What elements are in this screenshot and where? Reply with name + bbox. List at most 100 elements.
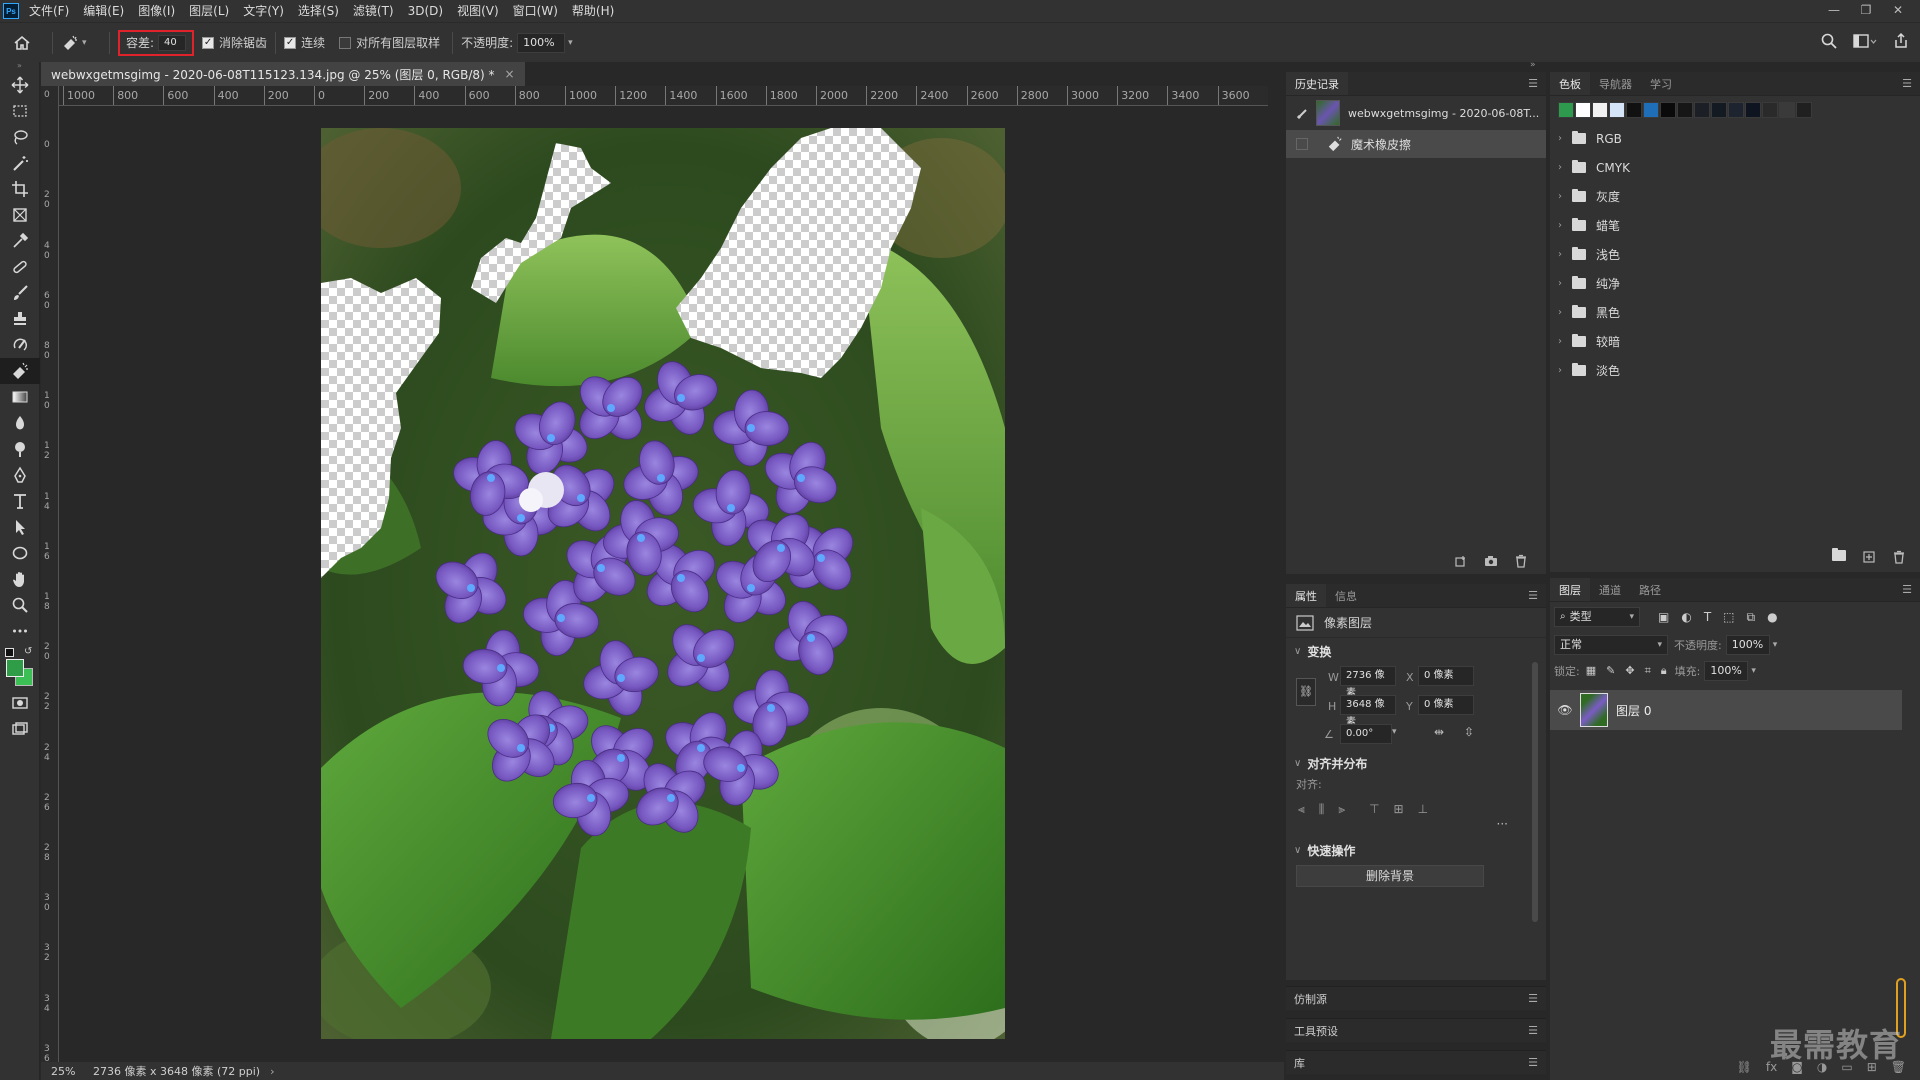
chevron-right-icon[interactable]: › [1558, 162, 1572, 173]
status-menu-arrow-icon[interactable]: › [270, 1065, 274, 1078]
swatch-group[interactable]: › CMYK [1550, 153, 1920, 182]
filter-toggle-icon[interactable]: ● [1767, 610, 1777, 625]
tab-channels[interactable]: 通道 [1590, 578, 1630, 601]
tool-preset-picker[interactable]: ▾ [61, 34, 101, 52]
y-input[interactable]: 0 像素 [1418, 695, 1474, 715]
photoshop-logo[interactable]: Ps [0, 0, 22, 22]
filter-pixel-icon[interactable]: ▣ [1658, 610, 1669, 625]
brush-tool[interactable] [0, 280, 40, 306]
eyedropper-tool[interactable] [0, 228, 40, 254]
panel-menu-icon[interactable]: ☰ [1528, 992, 1538, 1005]
toolbar-collapse-icon[interactable]: » [0, 62, 39, 72]
search-icon[interactable] [1820, 32, 1838, 50]
more-options-icon[interactable]: ··· [1286, 817, 1546, 831]
tab-properties[interactable]: 属性 [1286, 584, 1326, 607]
clone-source-panel[interactable]: 仿制源 ☰ [1286, 986, 1546, 1010]
chevron-right-icon[interactable]: › [1558, 191, 1572, 202]
tolerance-input[interactable]: 40 [158, 34, 187, 51]
chevron-right-icon[interactable]: › [1558, 220, 1572, 231]
history-brush-tool[interactable] [0, 332, 40, 358]
link-layers-icon[interactable]: ⛓ [1737, 1060, 1752, 1074]
lasso-tool[interactable] [0, 124, 40, 150]
lock-pixels-icon[interactable]: ✎ [1606, 664, 1615, 678]
opacity-dropdown-icon[interactable]: ▾ [568, 38, 573, 48]
menu-item[interactable]: 滤镜(T) [346, 0, 401, 22]
libraries-panel[interactable]: 库 ☰ [1286, 1050, 1546, 1074]
layer-name[interactable]: 图层 0 [1616, 702, 1651, 719]
tab-info[interactable]: 信息 [1326, 584, 1366, 607]
menu-item[interactable]: 窗口(W) [506, 0, 565, 22]
hand-tool[interactable] [0, 566, 40, 592]
antialias-checkbox[interactable] [202, 36, 215, 49]
menu-item[interactable]: 视图(V) [450, 0, 506, 22]
contiguous-option[interactable]: 连续 [284, 34, 325, 51]
tab-learn[interactable]: 学习 [1641, 72, 1681, 95]
color-swatch[interactable] [1575, 102, 1591, 118]
swap-colors-icon[interactable]: ↺ [24, 646, 32, 657]
swatch-group[interactable]: › 浅色 [1550, 240, 1920, 269]
panel-menu-icon[interactable]: ☰ [1528, 77, 1538, 90]
panel-menu-icon[interactable]: ☰ [1902, 583, 1912, 596]
color-swatch[interactable] [1796, 102, 1812, 118]
align-bottom-icon[interactable]: ⊥ [1418, 802, 1428, 817]
color-swatch[interactable] [1779, 102, 1795, 118]
screen-mode-button[interactable] [0, 716, 40, 742]
vertical-ruler[interactable]: 0 0 2 0 4 0 6 0 8 0 1 0 1 2 1 4 1 6 1 8 2 0 2 2 2 4 2 … [41, 86, 59, 1062]
document-image[interactable] [321, 128, 1005, 1039]
zoom-level[interactable]: 25% [41, 1065, 79, 1078]
workspace-icon[interactable] [1852, 32, 1878, 50]
sample-all-layers-option[interactable]: 对所有图层取样 [339, 34, 440, 51]
new-document-from-state-icon[interactable] [1454, 554, 1468, 568]
align-section-header[interactable]: ∨ 对齐并分布 [1286, 750, 1546, 776]
panel-menu-icon[interactable]: ☰ [1528, 1056, 1538, 1069]
filter-shape-icon[interactable]: ⬚ [1723, 610, 1734, 625]
color-swatch[interactable] [1643, 102, 1659, 118]
color-swatch[interactable] [1745, 102, 1761, 118]
color-swatch[interactable] [1660, 102, 1676, 118]
layer-filter-select[interactable]: ⌕ 类型 ▾ [1554, 607, 1640, 627]
lock-transparency-icon[interactable]: ▦ [1586, 664, 1596, 678]
eraser-tool[interactable] [0, 358, 40, 384]
home-button[interactable] [0, 34, 44, 52]
document-tab[interactable]: webwxgetmsgimg - 2020-06-08T115123.134.j… [41, 62, 525, 86]
menu-item[interactable]: 文件(F) [22, 0, 76, 22]
menu-item[interactable]: 帮助(H) [565, 0, 621, 22]
menu-item[interactable]: 文字(Y) [236, 0, 291, 22]
align-vcenter-icon[interactable]: ⊞ [1394, 802, 1404, 817]
lock-all-icon[interactable]: 🔒︎ [1661, 664, 1667, 678]
align-top-icon[interactable]: ⊤ [1369, 802, 1379, 817]
tab-navigator[interactable]: 导航器 [1590, 72, 1641, 95]
swatch-group[interactable]: › 较暗 [1550, 327, 1920, 356]
contiguous-checkbox[interactable] [284, 36, 297, 49]
swatch-group[interactable]: › 淡色 [1550, 356, 1920, 385]
pen-tool[interactable] [0, 462, 40, 488]
quick-mask-button[interactable] [0, 690, 40, 716]
filter-adjustment-icon[interactable]: ◐ [1681, 610, 1691, 625]
menu-item[interactable]: 编辑(E) [76, 0, 131, 22]
swatch-group[interactable]: › RGB [1550, 124, 1920, 153]
flip-horizontal-icon[interactable]: ⇹ [1434, 725, 1444, 739]
width-input[interactable]: 2736 像素 [1340, 666, 1396, 699]
angle-input[interactable]: 0.00° [1340, 724, 1392, 744]
color-swatch[interactable] [1694, 102, 1710, 118]
x-input[interactable]: 0 像素 [1418, 666, 1474, 686]
filter-type-icon[interactable]: T [1704, 610, 1711, 625]
menu-item[interactable]: 图层(L) [182, 0, 236, 22]
panel-menu-icon[interactable]: ☰ [1528, 589, 1538, 602]
clone-stamp-tool[interactable] [0, 306, 40, 332]
menu-item[interactable]: 选择(S) [291, 0, 346, 22]
lock-artboard-icon[interactable]: ⌗ [1645, 664, 1651, 678]
sample-all-layers-checkbox[interactable] [339, 36, 352, 49]
color-swatch[interactable] [1626, 102, 1642, 118]
height-input[interactable]: 3648 像素 [1340, 695, 1396, 728]
close-document-icon[interactable]: × [505, 67, 515, 81]
lock-position-icon[interactable]: ✥ [1625, 664, 1634, 678]
menu-item[interactable]: 3D(D) [401, 0, 450, 22]
blend-mode-select[interactable]: 正常 ▾ [1554, 635, 1668, 655]
fill-input[interactable]: 100% [1704, 661, 1749, 681]
align-right-icon[interactable]: ⫸ [1338, 802, 1345, 817]
swatch-group[interactable]: › 纯净 [1550, 269, 1920, 298]
tab-swatches[interactable]: 色板 [1550, 72, 1590, 95]
share-icon[interactable] [1892, 32, 1910, 50]
transform-section-header[interactable]: ∨ 变换 [1286, 638, 1546, 664]
